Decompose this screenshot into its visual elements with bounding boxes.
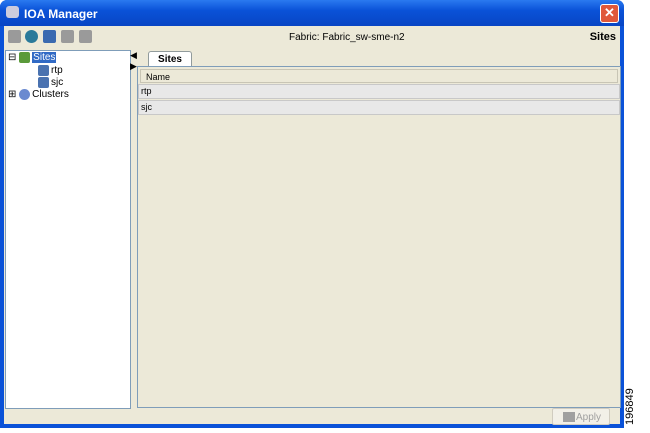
section-heading: Sites (589, 31, 616, 43)
back-icon[interactable] (8, 30, 21, 43)
site-icon (38, 65, 49, 76)
sites-table: Name rtp sjc (137, 66, 621, 408)
close-button[interactable]: ✕ (600, 4, 619, 23)
column-header-name[interactable]: Name (140, 69, 618, 83)
table-row[interactable]: sjc (138, 100, 620, 115)
splitter-arrows[interactable]: ◀ ▶ (130, 50, 137, 72)
tree-node-rtp[interactable]: rtp (38, 65, 63, 76)
title-bar[interactable]: IOA Manager ✕ (0, 0, 624, 26)
forward-icon[interactable] (61, 30, 74, 43)
check-icon[interactable] (79, 30, 92, 43)
tree-label-sites: Sites (32, 52, 57, 64)
sites-icon (19, 52, 31, 63)
tab-sites[interactable]: Sites (148, 51, 192, 67)
expand-toggle-icon[interactable]: ⊞ (8, 89, 16, 100)
tree-node-sjc[interactable]: sjc (38, 77, 63, 88)
app-icon (6, 6, 19, 18)
apply-icon (563, 412, 575, 422)
site-icon (38, 77, 49, 88)
tree-node-clusters[interactable]: ⊞ Clusters (8, 89, 69, 100)
ioa-manager-window: IOA Manager ✕ Fabric: Fabric_sw-sme-n2 S… (0, 0, 624, 428)
collapse-toggle-icon[interactable]: ⊟ (8, 52, 16, 63)
tree-label: Clusters (32, 89, 69, 101)
add-icon[interactable] (43, 30, 56, 43)
tree-label: sjc (51, 77, 64, 89)
clusters-icon (19, 89, 31, 100)
table-row[interactable]: rtp (138, 84, 620, 99)
navigation-tree: ⊟ Sites rtp sjc ⊞ Clusters (5, 50, 131, 409)
fabric-label: Fabric: Fabric_sw-sme-n2 (289, 32, 405, 43)
client-area: Fabric: Fabric_sw-sme-n2 Sites ⊟ Sites r… (4, 26, 621, 425)
tree-label: rtp (51, 65, 63, 77)
window-title: IOA Manager (24, 7, 98, 21)
apply-label: Apply (575, 412, 601, 423)
apply-button[interactable]: Apply (552, 408, 610, 425)
tree-node-sites[interactable]: ⊟ Sites (8, 52, 57, 64)
refresh-icon[interactable] (25, 30, 38, 43)
watermark: 196849 (624, 388, 636, 425)
